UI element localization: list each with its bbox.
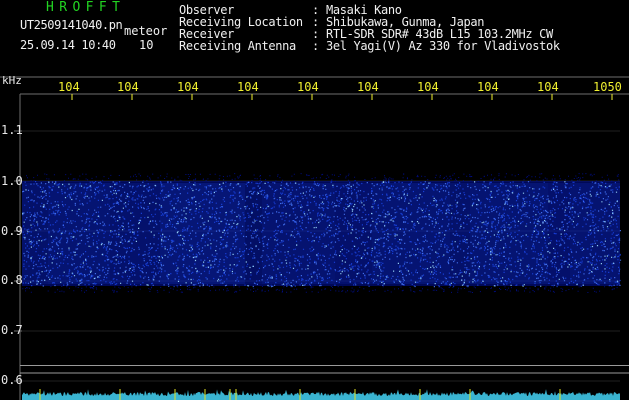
y-tick-label: 0.8 [1, 273, 23, 287]
x-tick-label: 104 [177, 80, 199, 94]
x-tick-label: 104 [297, 80, 319, 94]
x-tick-label: 104 [417, 80, 439, 94]
x-tick-label: 104 [477, 80, 499, 94]
y-tick-label: 0.7 [1, 323, 23, 337]
x-tick-label: 1050 [593, 80, 622, 94]
hrofft-screen: HROFFT UT2509141040.pn meteor 25.09.14 1… [0, 0, 629, 400]
x-tick-label: 104 [357, 80, 379, 94]
y-tick-label: 1.1 [1, 123, 23, 137]
y-tick-label: 1.0 [1, 174, 23, 188]
x-tick-label: 104 [237, 80, 259, 94]
baseline-trace [22, 389, 620, 400]
spectrogram-plot [0, 76, 629, 400]
signal-column [48, 183, 110, 284]
y-tick-label: 0.9 [1, 224, 23, 238]
y-tick-label: 0.6 [1, 373, 23, 387]
signal-column [335, 183, 372, 284]
freq-unit-label: kHz [2, 74, 22, 87]
x-tick-label: 104 [58, 80, 80, 94]
x-tick-label: 104 [117, 80, 139, 94]
x-tick-label: 104 [537, 80, 559, 94]
